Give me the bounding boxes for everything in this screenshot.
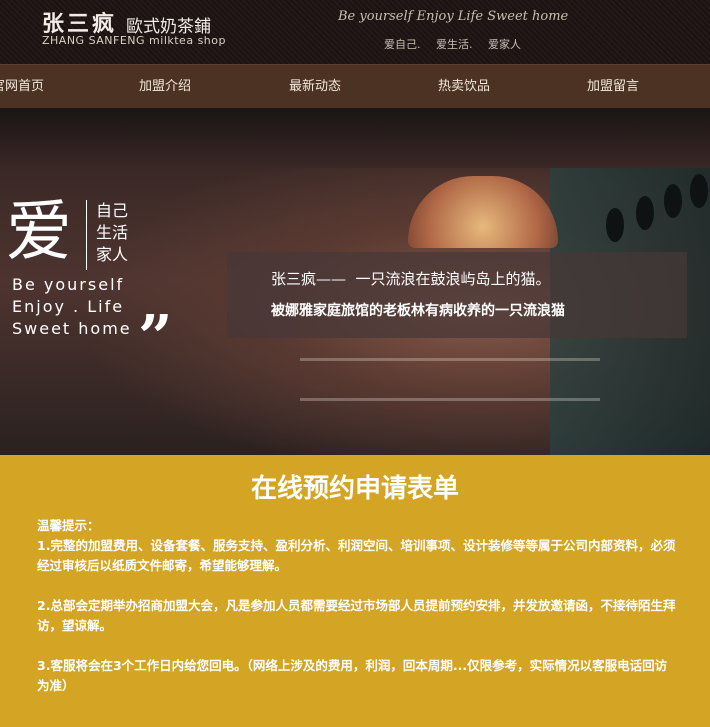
hero-banner: 爱 自己 生活 家人 Be yourself Enjoy . Life Swee… [0, 108, 710, 455]
hero-love-line: 生活 [96, 223, 129, 242]
hero-english-line: Be yourself [12, 275, 125, 294]
hero-caption-line1: 张三疯—— 一只流浪在鼓浪屿岛上的猫。 [271, 270, 551, 288]
notice-item: 2.总部会定期举办招商加盟大会，凡是参加人员都需要经过市场部人员提前预约安排，并… [37, 598, 676, 633]
hero-love-line: 家人 [96, 245, 129, 264]
banner-shelf [300, 358, 600, 361]
notice-heading: 温馨提示： [37, 518, 100, 533]
logo-english: ZHANG SANFENG milktea shop [42, 34, 226, 47]
hero-english-lines: Be yourself Enjoy . Life Sweet home [12, 274, 132, 340]
hero-caption-line2: 被娜雅家庭旅馆的老板林有病收养的一只流浪猫 [271, 303, 565, 319]
nav-item-news[interactable]: 最新动态 [289, 65, 341, 108]
nav-item-franchise-intro[interactable]: 加盟介绍 [139, 65, 191, 108]
banner-porthole [690, 174, 708, 208]
nav-item-home[interactable]: 官网首页 [0, 65, 44, 108]
form-title: 在线预约申请表单 [250, 474, 459, 504]
hero-caption-box: 张三疯—— 一只流浪在鼓浪屿岛上的猫。 被娜雅家庭旅馆的老板林有病收养的一只流浪… [227, 252, 687, 338]
banner-lamp [408, 176, 558, 248]
notice-item: 3.客服将会在3个工作日内给您回电。（网络上涉及的费用，利润，回本周期...仅限… [37, 658, 668, 693]
banner-ceiling [0, 108, 710, 168]
notice-block: 温馨提示： 1.完整的加盟费用、设备套餐、服务支持、盈利分析、利润空间、培训事项… [37, 516, 677, 696]
banner-porthole [636, 196, 654, 230]
hero-english-line: Enjoy . Life [12, 297, 125, 316]
hero-divider [86, 200, 87, 270]
hero-love-character: 爱 [6, 193, 72, 270]
notice-item: 1.完整的加盟费用、设备套餐、服务支持、盈利分析、利润空间、培训事项、设计装修等… [37, 538, 676, 573]
nav-item-franchise-message[interactable]: 加盟留言 [587, 65, 639, 108]
quote-icon: ” [138, 303, 173, 373]
hero-english-line: Sweet home [12, 319, 132, 338]
banner-porthole [664, 184, 682, 218]
hero-love-lines: 自己 生活 家人 [96, 200, 128, 266]
main-nav: 官网首页 加盟介绍 最新动态 热卖饮品 加盟留言 [0, 64, 710, 108]
site-header: 张三疯 歐式奶茶鋪 ZHANG SANFENG milktea shop Be … [0, 0, 710, 64]
slogan-chinese: 爱自己. 爱生活. 爱家人 [384, 38, 521, 51]
banner-shelf [300, 398, 600, 401]
hero-love-line: 自己 [96, 201, 129, 220]
banner-porthole [606, 208, 624, 242]
slogan-english: Be yourself Enjoy Life Sweet home [338, 9, 569, 24]
nav-item-hot-drinks[interactable]: 热卖饮品 [438, 65, 490, 108]
